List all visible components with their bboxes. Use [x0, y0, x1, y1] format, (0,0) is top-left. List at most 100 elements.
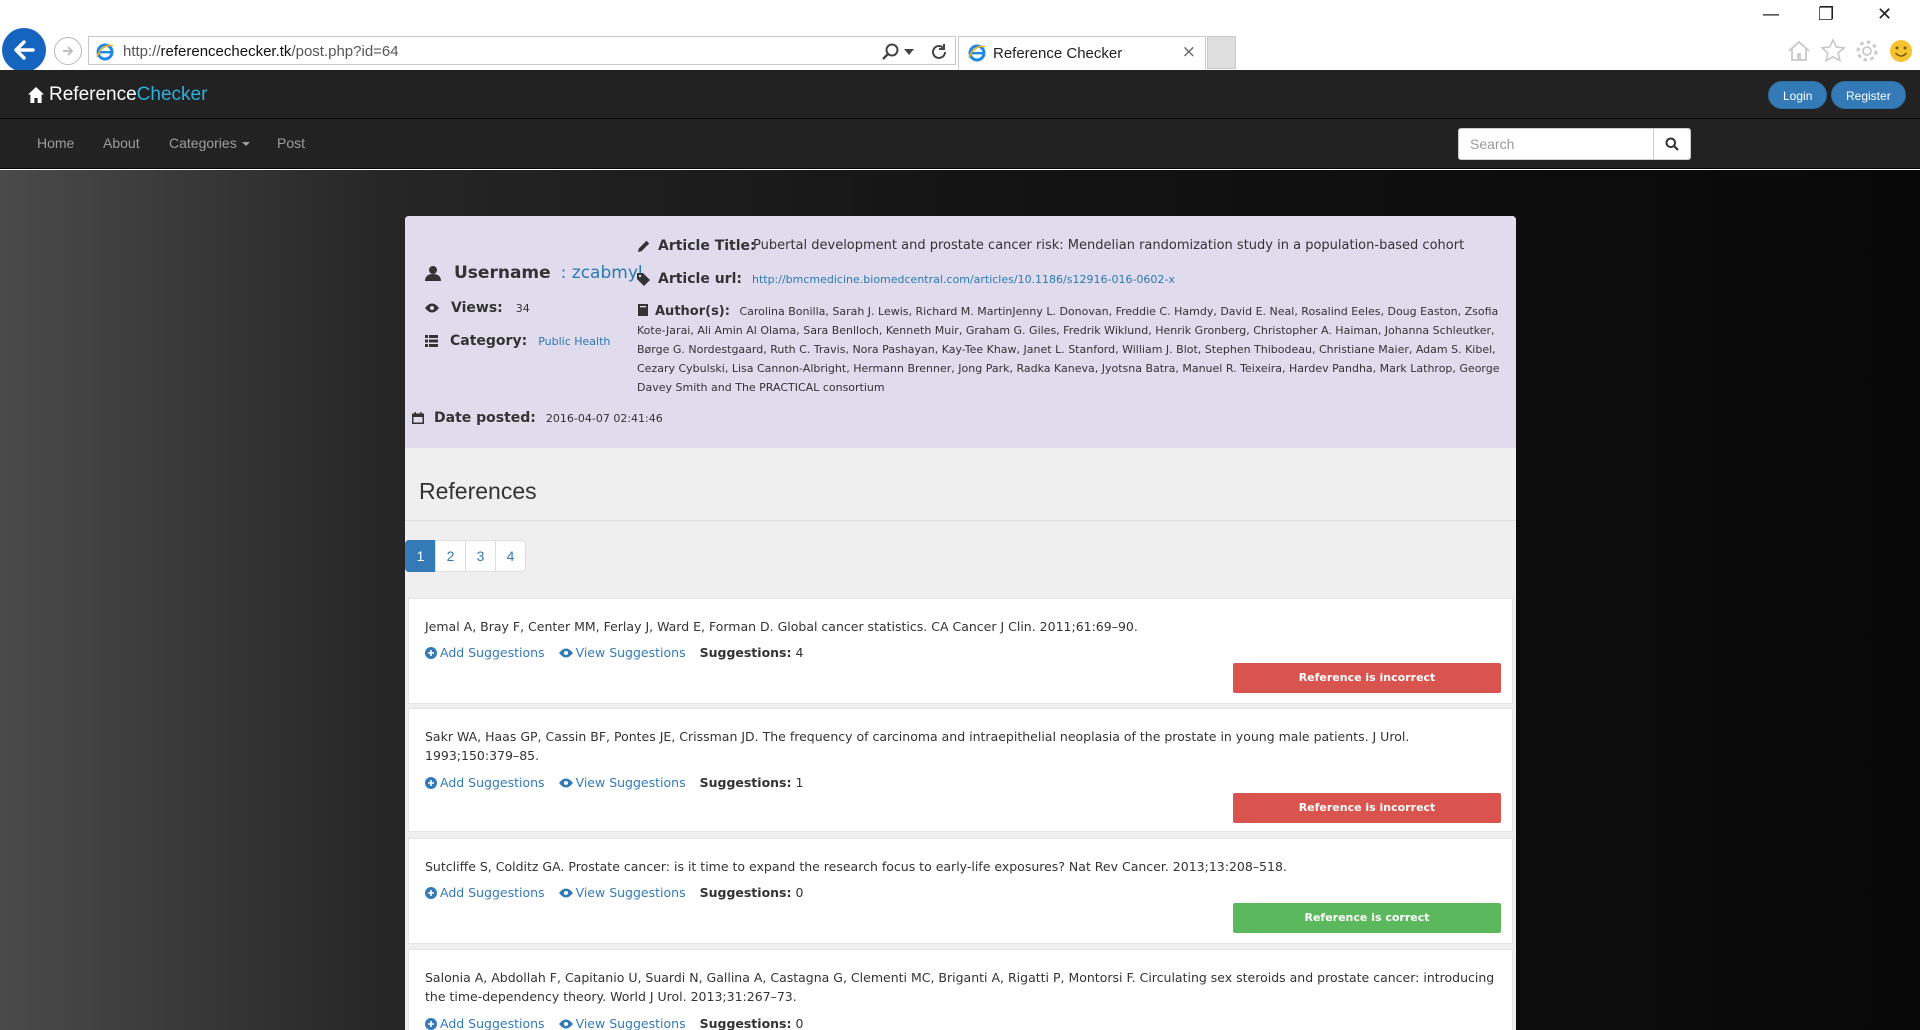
pencil-icon: [638, 240, 650, 252]
search-button[interactable]: [1653, 128, 1691, 160]
ie-logo-icon: [96, 43, 114, 61]
tab-title: Reference Checker: [993, 45, 1123, 62]
site-header: Reference Checker Login Register: [0, 70, 1920, 119]
status-badge-incorrect[interactable]: Reference is incorrect: [1233, 663, 1501, 693]
brand-part2: Checker: [136, 84, 208, 105]
reference-item: Jemal A, Bray F, Center MM, Ferlay J, Wa…: [408, 598, 1513, 704]
eye-icon: [558, 778, 573, 787]
reference-text: Salonia A, Abdollah F, Capitanio U, Suar…: [425, 970, 1495, 1004]
suggestions-count: 0: [795, 885, 804, 900]
register-button[interactable]: Register: [1831, 81, 1906, 109]
dropdown-caret-icon[interactable]: [904, 49, 914, 55]
page-4-button[interactable]: 4: [495, 540, 526, 572]
category-link[interactable]: Public Health: [538, 335, 610, 348]
status-badge-correct[interactable]: Reference is correct: [1233, 903, 1501, 933]
home-icon[interactable]: [1786, 38, 1812, 64]
view-suggestions-link[interactable]: View Suggestions: [558, 1016, 686, 1030]
main-nav: Home About Categories Post Search: [0, 119, 1920, 169]
views-label: Views:: [451, 300, 503, 316]
tag-icon: [637, 272, 650, 286]
authors-label: Author(s):: [655, 304, 730, 319]
nav-categories-label: Categories: [169, 135, 237, 151]
tab-close-icon[interactable]: ×: [1182, 42, 1196, 62]
address-bar[interactable]: http://referencechecker.tk/post.php?id=6…: [88, 36, 956, 65]
search-icon[interactable]: [881, 42, 901, 62]
brand-logo[interactable]: Reference Checker: [27, 84, 207, 106]
eye-icon: [425, 303, 439, 313]
home-icon: [28, 87, 44, 103]
username-label: Username: [454, 263, 551, 283]
article-url-label: Article url:: [658, 271, 742, 287]
nav-post[interactable]: Post: [277, 135, 305, 151]
pagination: 1 2 3 4: [405, 540, 526, 572]
search-input[interactable]: Search: [1458, 128, 1654, 160]
arrow-left-icon: [14, 40, 35, 60]
suggestions-count: 4: [795, 645, 804, 660]
gear-icon[interactable]: [1854, 38, 1880, 64]
date-value: 2016-04-07 02:41:46: [545, 411, 663, 425]
post-card: Username : zcabmyl Views: 34 Category: P…: [405, 216, 1516, 1030]
forward-button[interactable]: [54, 37, 82, 65]
plus-circle-icon: [425, 776, 437, 789]
browser-tab[interactable]: Reference Checker ×: [958, 36, 1206, 69]
user-icon: [425, 266, 441, 281]
view-suggestions-link[interactable]: View Suggestions: [558, 645, 686, 660]
views-value: 34: [515, 301, 530, 315]
restore-button[interactable]: ❐: [1818, 4, 1834, 25]
reference-actions: Add Suggestions View Suggestions Suggest…: [425, 645, 803, 660]
view-suggestions-label: View Suggestions: [575, 645, 686, 660]
caret-down-icon: [241, 142, 250, 147]
favorites-star-icon[interactable]: [1820, 38, 1846, 64]
close-window-button[interactable]: ✕: [1877, 4, 1892, 25]
suggestions-label: Suggestions:: [699, 1016, 792, 1030]
category-label: Category:: [450, 333, 528, 349]
add-suggestions-link[interactable]: Add Suggestions: [425, 885, 545, 900]
nav-home[interactable]: Home: [37, 135, 74, 151]
page-1-button[interactable]: 1: [405, 540, 436, 572]
suggestions-label: Suggestions:: [699, 885, 792, 900]
view-suggestions-label: View Suggestions: [575, 1016, 686, 1030]
add-suggestions-link[interactable]: Add Suggestions: [425, 645, 545, 660]
ie-logo-icon: [968, 44, 986, 62]
browser-chrome: http://referencechecker.tk/post.php?id=6…: [0, 0, 1920, 72]
view-suggestions-label: View Suggestions: [575, 885, 686, 900]
refresh-icon[interactable]: [929, 42, 949, 62]
reference-item: Salonia A, Abdollah F, Capitanio U, Suar…: [408, 949, 1513, 1030]
reference-item: Sakr WA, Haas GP, Cassin BF, Pontes JE, …: [408, 708, 1513, 832]
add-suggestions-label: Add Suggestions: [440, 1016, 545, 1030]
add-suggestions-link[interactable]: Add Suggestions: [425, 1016, 545, 1030]
view-suggestions-label: View Suggestions: [575, 775, 686, 790]
add-suggestions-link[interactable]: Add Suggestions: [425, 775, 545, 790]
nav-categories[interactable]: Categories: [169, 135, 250, 151]
username-link[interactable]: : zcabmyl: [561, 263, 643, 283]
back-button[interactable]: [2, 28, 46, 72]
nav-about[interactable]: About: [103, 135, 140, 151]
category-row: Category: Public Health: [425, 333, 610, 349]
list-icon: [425, 335, 438, 347]
smiley-feedback-icon[interactable]: [1888, 38, 1914, 64]
book-icon: [638, 304, 648, 316]
reference-text: Sakr WA, Haas GP, Cassin BF, Pontes JE, …: [425, 729, 1410, 763]
authors-block: Author(s): Carolina Bonilla, Sarah J. Le…: [637, 302, 1507, 397]
add-suggestions-label: Add Suggestions: [440, 645, 545, 660]
article-url-link[interactable]: http://bmcmedicine.biomedcentral.com/art…: [752, 273, 1175, 286]
authors-list: Carolina Bonilla, Sarah J. Lewis, Richar…: [637, 305, 1500, 394]
new-tab-button[interactable]: [1207, 36, 1236, 69]
page-3-button[interactable]: 3: [465, 540, 496, 572]
url-text: http://referencechecker.tk/post.php?id=6…: [123, 43, 399, 60]
view-suggestions-link[interactable]: View Suggestions: [558, 775, 686, 790]
login-button[interactable]: Login: [1768, 81, 1828, 109]
date-label: Date posted:: [434, 410, 536, 426]
add-suggestions-label: Add Suggestions: [440, 885, 545, 900]
reference-text: Sutcliffe S, Colditz GA. Prostate cancer…: [425, 859, 1287, 874]
eye-icon: [558, 1019, 573, 1028]
view-suggestions-link[interactable]: View Suggestions: [558, 885, 686, 900]
article-title-label: Article Title:: [658, 238, 756, 254]
minimize-button[interactable]: —: [1762, 4, 1780, 25]
search-icon: [1665, 137, 1679, 151]
page-2-button[interactable]: 2: [435, 540, 466, 572]
date-row: Date posted: 2016-04-07 02:41:46: [412, 410, 663, 426]
arrow-right-icon: [63, 46, 74, 56]
status-badge-incorrect[interactable]: Reference is incorrect: [1233, 793, 1501, 823]
reference-actions: Add Suggestions View Suggestions Suggest…: [425, 885, 803, 900]
